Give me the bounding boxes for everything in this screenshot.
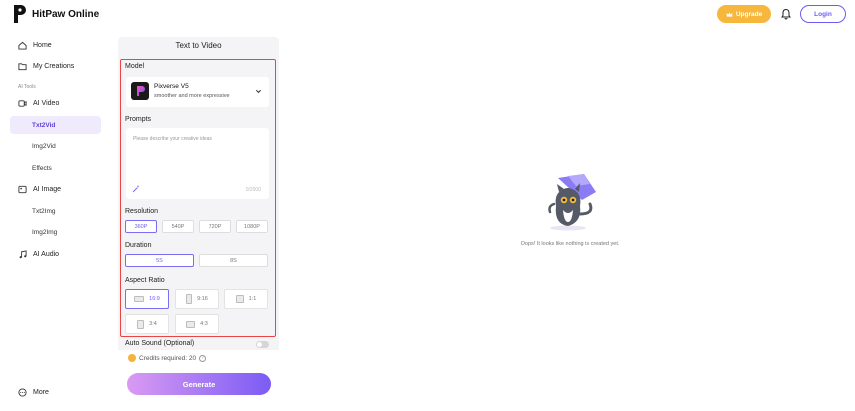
hitpaw-logo-icon	[14, 5, 26, 23]
empty-state-message: Oops! It looks like nothing is created y…	[520, 241, 620, 247]
sidebar-item-label: Home	[33, 41, 52, 49]
credits-label: Credits required: 20	[139, 354, 197, 362]
music-note-icon	[19, 249, 27, 258]
sidebar-item-my-creations[interactable]: My Creations	[18, 59, 74, 73]
sidebar-item-img2vid[interactable]: Img2Vid	[10, 137, 101, 155]
sidebar-item-effects[interactable]: Effects	[10, 159, 101, 177]
highlight-frame	[120, 59, 276, 337]
login-button[interactable]: Login	[800, 5, 846, 23]
image-icon	[18, 185, 27, 193]
app-root: HitPaw Online Upgrade Login Home My Crea…	[0, 0, 855, 411]
empty-cat-illustration	[548, 174, 596, 231]
coin-icon	[128, 354, 136, 362]
sidebar-item-label: My Creations	[33, 62, 75, 70]
sidebar-item-label: AI Audio	[33, 250, 60, 258]
sidebar-item-label: AI Video	[33, 99, 60, 107]
generate-area: Credits required: 20 ? Generate	[118, 350, 279, 404]
more-icon	[18, 387, 27, 397]
ai-tools-section-label: AI Tools	[18, 84, 36, 90]
logo[interactable]: HitPaw Online	[12, 4, 99, 24]
folder-icon	[18, 62, 27, 70]
brand-name: HitPaw Online	[32, 8, 100, 20]
auto-sound-toggle[interactable]	[256, 341, 269, 348]
sidebar-item-home[interactable]: Home	[18, 38, 52, 52]
panel-title: Text to Video	[175, 41, 222, 50]
bell-icon[interactable]	[780, 8, 792, 20]
auto-sound-label: Auto Sound (Optional)	[125, 340, 195, 347]
info-icon[interactable]: ?	[199, 354, 207, 362]
sidebar-item-txt2vid[interactable]: Txt2Vid	[10, 116, 101, 134]
upgrade-label: Upgrade	[735, 10, 763, 18]
upgrade-button[interactable]: Upgrade	[717, 5, 771, 23]
sidebar-item-ai-audio[interactable]: AI Audio	[18, 247, 59, 261]
sidebar-item-img2img[interactable]: Img2Img	[10, 223, 101, 241]
sidebar-item-ai-video[interactable]: AI Video	[18, 96, 59, 110]
crown-icon	[726, 11, 733, 17]
sidebar-item-more[interactable]: More	[18, 385, 49, 399]
sidebar-item-ai-image[interactable]: AI Image	[18, 182, 61, 196]
generate-button[interactable]: Generate	[127, 373, 271, 395]
sidebar-item-label: More	[33, 388, 49, 396]
video-icon	[18, 99, 27, 107]
sidebar: Home My Creations AI Tools AI Video Txt2…	[0, 30, 110, 411]
home-icon	[18, 41, 27, 50]
credits-info: Credits required: 20 ?	[128, 354, 207, 362]
sidebar-item-label: AI Image	[33, 185, 62, 193]
sidebar-item-txt2img[interactable]: Txt2Img	[10, 202, 101, 220]
